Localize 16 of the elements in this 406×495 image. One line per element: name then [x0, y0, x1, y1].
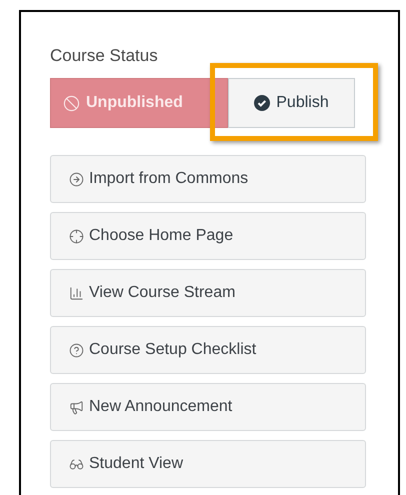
glasses-icon [69, 456, 84, 472]
action-button[interactable]: Course Setup Checklist [50, 326, 366, 374]
check-circle-icon [254, 95, 270, 111]
section-title: Course Status [50, 46, 159, 66]
megaphone-icon [69, 400, 84, 414]
status-button[interactable]: Publish [228, 78, 355, 128]
action-button[interactable]: View Course Stream [50, 269, 366, 317]
action-button[interactable]: Choose Home Page [50, 212, 366, 260]
arrow-circle-icon [69, 172, 84, 186]
action-button[interactable]: New Announcement [50, 383, 366, 431]
target-icon [69, 228, 84, 244]
prohibited-icon [63, 94, 80, 112]
action-button[interactable]: Import from Commons [50, 155, 366, 203]
question-circle-icon [69, 342, 84, 358]
bar-chart-icon [69, 286, 84, 300]
action-button[interactable]: Student View [50, 440, 366, 488]
